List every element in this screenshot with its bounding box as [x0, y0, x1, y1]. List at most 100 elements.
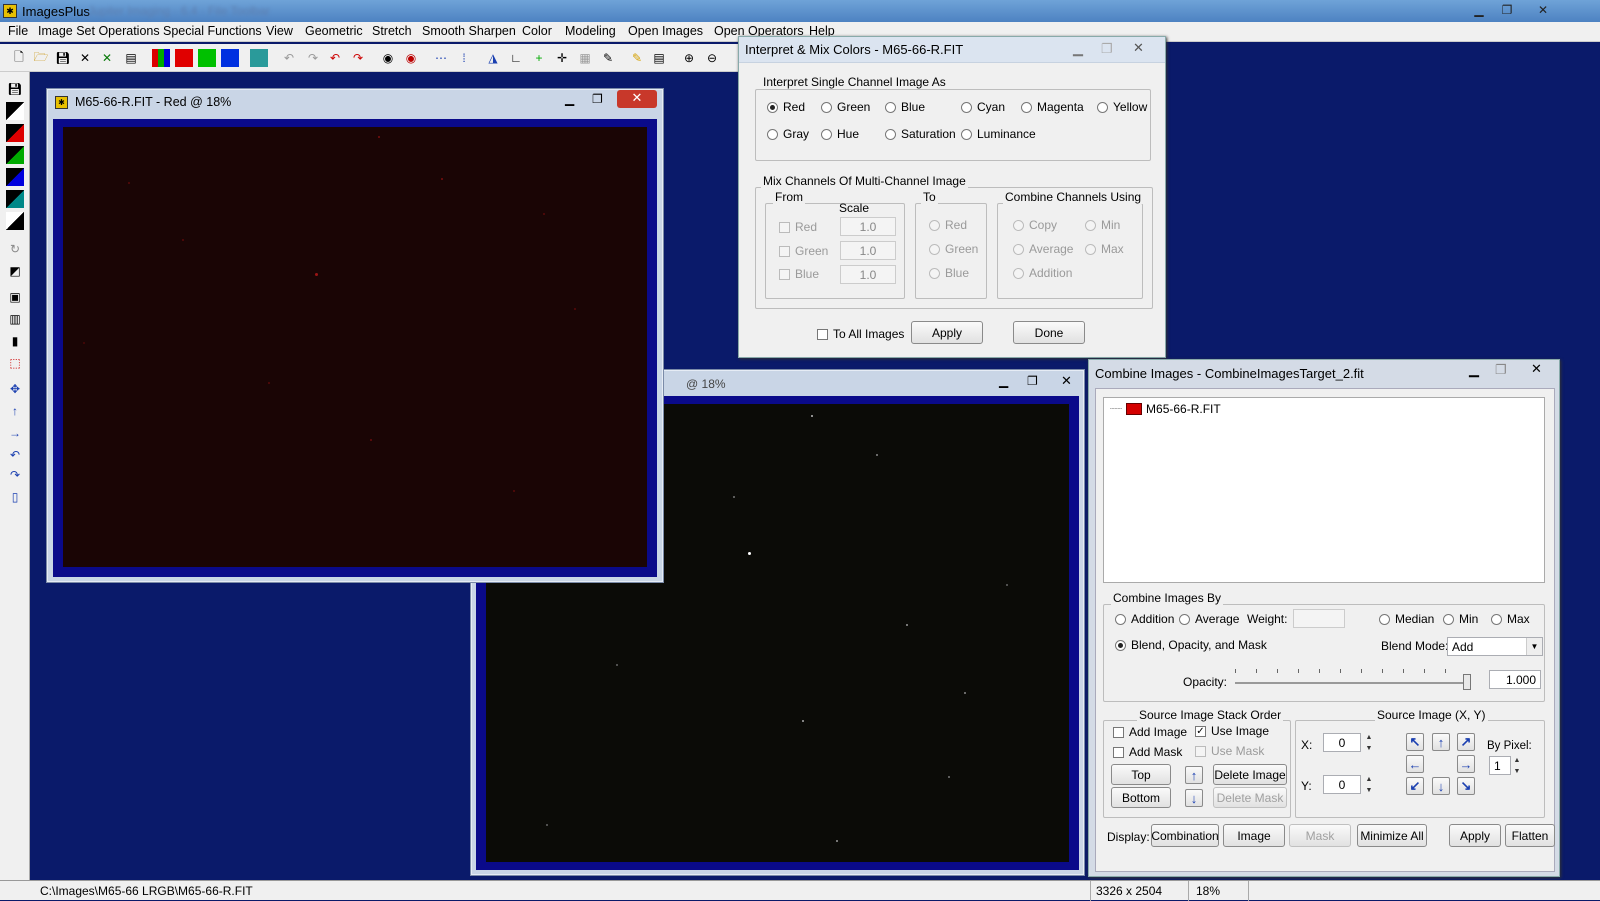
radio-addition[interactable]: Addition	[1115, 612, 1174, 626]
add-image-checkbox[interactable]: Add Image	[1113, 725, 1187, 739]
radio-luminance[interactable]: Luminance	[961, 127, 1036, 141]
slider-thumb[interactable]	[1463, 674, 1471, 690]
redo-icon[interactable]: ↷	[304, 49, 322, 67]
to-blue-radio[interactable]: Blue	[929, 266, 969, 280]
scale-green-input[interactable]: 1.0	[840, 241, 896, 260]
nudge-right-icon[interactable]: →	[1457, 755, 1475, 773]
nudge-down-icon[interactable]: ↓	[1432, 777, 1450, 795]
undo-icon[interactable]: ↶	[280, 49, 298, 67]
close-icon[interactable]: ✕	[1133, 40, 1144, 56]
green-tool-icon[interactable]	[6, 146, 24, 164]
grid-icon[interactable]	[250, 49, 268, 67]
close-icon[interactable]: ✕	[1532, 2, 1554, 18]
to-all-images-checkbox[interactable]: To All Images	[817, 327, 904, 341]
move-down-icon[interactable]: ↓	[1185, 789, 1203, 807]
to-red-radio[interactable]: Red	[929, 218, 967, 232]
undo-all-icon[interactable]: ↶	[326, 49, 344, 67]
close-all-icon[interactable]: ✕	[98, 49, 116, 67]
menu-file[interactable]: File	[8, 24, 28, 38]
combine-apply-button[interactable]: Apply	[1449, 824, 1501, 847]
close-image-icon[interactable]: ✕	[76, 49, 94, 67]
radio-median[interactable]: Median	[1379, 612, 1434, 626]
arrow-right-tool-icon[interactable]: →	[6, 424, 24, 442]
image-window-red[interactable]: ✱ M65-66-R.FIT - Red @ 18% ▁ ❐ ✕	[46, 88, 664, 583]
maximize-icon[interactable]: ❐	[1495, 362, 1507, 378]
rotate-tool-icon[interactable]: ↻	[6, 240, 24, 258]
radio-hue[interactable]: Hue	[821, 127, 859, 141]
opacity-slider[interactable]	[1235, 668, 1471, 690]
blue-tool-icon[interactable]	[6, 168, 24, 186]
opacity-input[interactable]: 1.000	[1489, 670, 1541, 689]
maximize-icon[interactable]: ❐	[1101, 41, 1113, 57]
plot-icon[interactable]: ⁞	[455, 49, 473, 67]
pencil-icon[interactable]: ✎	[628, 49, 646, 67]
red-tool-icon[interactable]	[6, 124, 24, 142]
nudge-down-right-icon[interactable]: ↘	[1457, 777, 1475, 795]
combine-copy-radio[interactable]: Copy	[1013, 218, 1057, 232]
from-blue-checkbox[interactable]: Blue	[779, 267, 819, 281]
combine-min-radio[interactable]: Min	[1085, 218, 1120, 232]
tree-item[interactable]: ┈┈ M65-66-R.FIT	[1110, 402, 1221, 416]
star-mask-icon[interactable]: ◉	[379, 49, 397, 67]
move-up-icon[interactable]: ↑	[1185, 766, 1203, 784]
dots-icon[interactable]: ⋯	[432, 49, 450, 67]
use-image-checkbox[interactable]: ✓ Use Image	[1195, 724, 1269, 738]
mask-button[interactable]: Mask	[1289, 824, 1351, 847]
bw-tool-icon[interactable]	[6, 102, 24, 120]
teal-tool-icon[interactable]	[6, 190, 24, 208]
delete-mask-button[interactable]: Delete Mask	[1213, 787, 1287, 808]
minimize-icon[interactable]: ▁	[1073, 41, 1083, 57]
info-tool-icon[interactable]: ▯	[6, 488, 24, 506]
close-icon[interactable]: ✕	[1531, 361, 1542, 377]
contrast-tool-icon[interactable]: ▮	[6, 332, 24, 350]
image-button[interactable]: Image	[1223, 824, 1285, 847]
radio-green[interactable]: Green	[821, 100, 870, 114]
blend-mode-select[interactable]: Add ▼	[1447, 637, 1543, 656]
menu-image-set-operations[interactable]: Image Set Operations	[38, 24, 160, 38]
to-green-radio[interactable]: Green	[929, 242, 978, 256]
menu-open-images[interactable]: Open Images	[628, 24, 703, 38]
minimize-icon[interactable]: ▁	[1469, 362, 1479, 378]
palette-icon[interactable]: ✎	[599, 49, 617, 67]
rgb-channels-icon[interactable]	[152, 49, 170, 67]
minimize-icon[interactable]: ▁	[999, 374, 1008, 388]
by-pixel-input[interactable]: 1	[1489, 756, 1511, 775]
save-tool-icon[interactable]: 💾︎	[6, 80, 24, 98]
scale-blue-input[interactable]: 1.0	[840, 265, 896, 284]
menu-geometric[interactable]: Geometric	[305, 24, 363, 38]
from-green-checkbox[interactable]: Green	[779, 244, 828, 258]
radio-magenta[interactable]: Magenta	[1021, 100, 1084, 114]
delete-image-button[interactable]: Delete Image	[1213, 764, 1287, 785]
maximize-icon[interactable]: ❐	[1027, 374, 1038, 388]
combination-button[interactable]: Combination	[1151, 824, 1219, 847]
radio-min[interactable]: Min	[1443, 612, 1478, 626]
crosshair-green-icon[interactable]: +	[530, 49, 548, 67]
histogram-icon[interactable]: ◮	[484, 49, 502, 67]
curve-icon[interactable]: ∟	[507, 49, 525, 67]
red-channel-icon[interactable]	[175, 49, 193, 67]
radio-gray[interactable]: Gray	[767, 127, 809, 141]
interpret-done-button[interactable]: Done	[1013, 321, 1085, 344]
green-channel-icon[interactable]	[198, 49, 216, 67]
stack-icon[interactable]: ▤	[650, 49, 668, 67]
arrow-up-tool-icon[interactable]: ↑	[6, 402, 24, 420]
by-pixel-spinner[interactable]: ▲ ▼	[1511, 757, 1523, 775]
menu-modeling[interactable]: Modeling	[565, 24, 616, 38]
combine-max-radio[interactable]: Max	[1085, 242, 1124, 256]
combine-addition-radio[interactable]: Addition	[1013, 266, 1072, 280]
menu-smooth-sharpen[interactable]: Smooth Sharpen	[422, 24, 516, 38]
new-file-icon[interactable]: 🗋	[10, 49, 28, 67]
radio-blend-opacity-mask[interactable]: Blend, Opacity, and Mask	[1115, 638, 1267, 652]
y-spinner[interactable]: ▲ ▼	[1363, 776, 1375, 794]
nudge-up-right-icon[interactable]: ↗	[1457, 733, 1475, 751]
frame-tool-icon[interactable]: ▣	[6, 288, 24, 306]
radio-average[interactable]: Average	[1179, 612, 1239, 626]
red-star-icon[interactable]: ◉	[402, 49, 420, 67]
minimize-all-button[interactable]: Minimize All	[1357, 824, 1427, 847]
rotate-right-tool-icon[interactable]: ↷	[6, 466, 24, 484]
close-icon[interactable]: ✕	[617, 90, 657, 108]
open-folder-icon[interactable]: 🗁	[32, 49, 50, 67]
gray-tool-icon[interactable]	[6, 212, 24, 230]
image-red-canvas[interactable]	[63, 127, 647, 567]
zoom-in-icon[interactable]: ⊕	[680, 49, 698, 67]
